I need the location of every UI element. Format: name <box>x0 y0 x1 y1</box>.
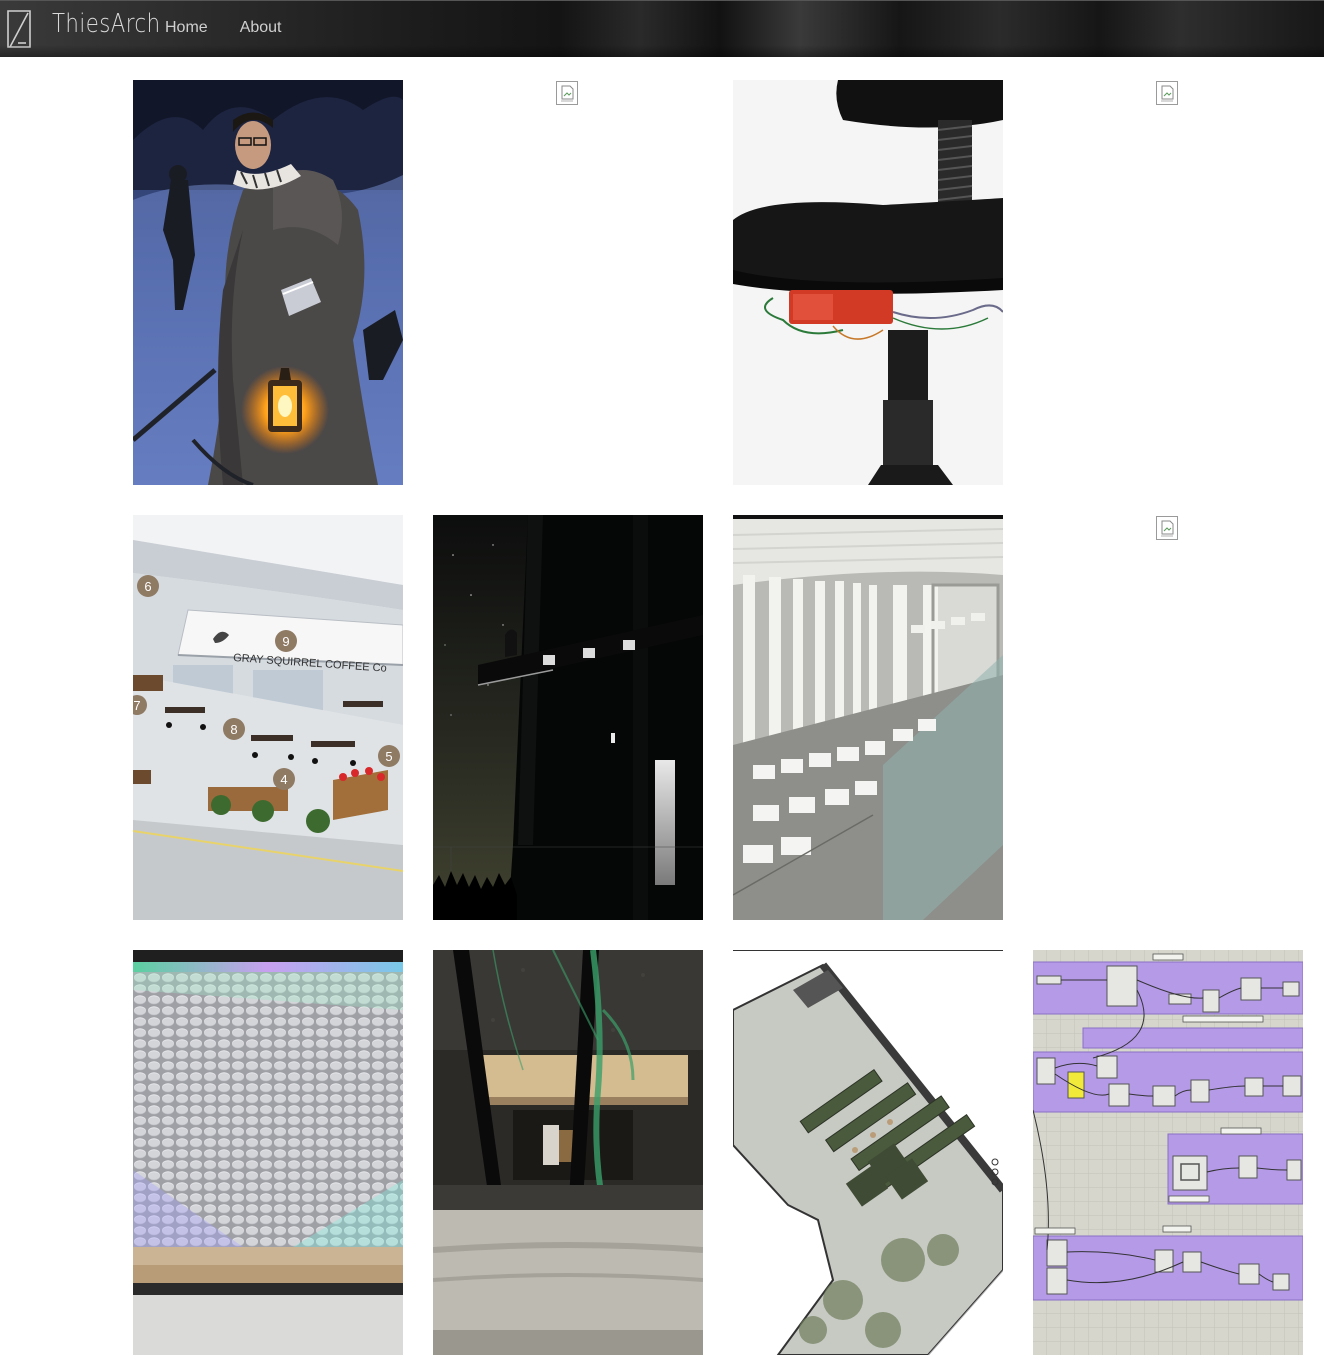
site-marker-4: 4 <box>280 772 287 787</box>
site-logo-text[interactable]: ThiesArch <box>52 9 160 39</box>
gallery-item-landscape-plan[interactable] <box>733 950 1003 1355</box>
site-marker-9: 9 <box>282 634 289 649</box>
site-marker-8: 8 <box>230 722 237 737</box>
nav-link-about[interactable]: About <box>240 19 282 37</box>
gallery-item-night-tower[interactable] <box>433 515 703 920</box>
disc-installation-photo <box>133 950 403 1355</box>
grasshopper-graph-screenshot <box>1033 950 1303 1355</box>
gallery-item-chair[interactable] <box>733 80 1003 485</box>
site-marker-5: 5 <box>385 749 392 764</box>
broken-image-icon <box>556 81 578 105</box>
night-tower-render <box>433 515 703 920</box>
site-marker-6: 6 <box>144 579 151 594</box>
main-nav: Home About <box>165 19 282 37</box>
model-closeup-photo <box>433 950 703 1355</box>
gallery-item-grasshopper-graph[interactable] <box>1033 950 1303 1355</box>
broken-image-icon <box>1156 81 1178 105</box>
gallery-item-disc-installation[interactable] <box>133 950 403 1355</box>
site-header: ThiesArch Home About <box>0 0 1324 57</box>
site-marker-7: 7 <box>133 698 140 713</box>
landscape-plan <box>733 950 1003 1355</box>
coffee-site-render: GRAY SQUIRREL COFFEE Co 6 9 7 8 5 4 <box>133 515 403 920</box>
nav-link-home[interactable]: Home <box>165 19 208 37</box>
lantern-photo <box>133 80 403 485</box>
gallery-item-lantern[interactable] <box>133 80 403 485</box>
interior-render <box>733 515 1003 920</box>
chair-photo <box>733 80 1003 485</box>
gallery-item-model-closeup[interactable] <box>433 950 703 1355</box>
gallery-item-coffee-site[interactable]: GRAY SQUIRREL COFFEE Co 6 9 7 8 5 4 <box>133 515 403 920</box>
logo-mark-icon[interactable] <box>6 7 32 49</box>
gallery-item-interior[interactable] <box>733 515 1003 920</box>
broken-image-icon <box>1156 516 1178 540</box>
